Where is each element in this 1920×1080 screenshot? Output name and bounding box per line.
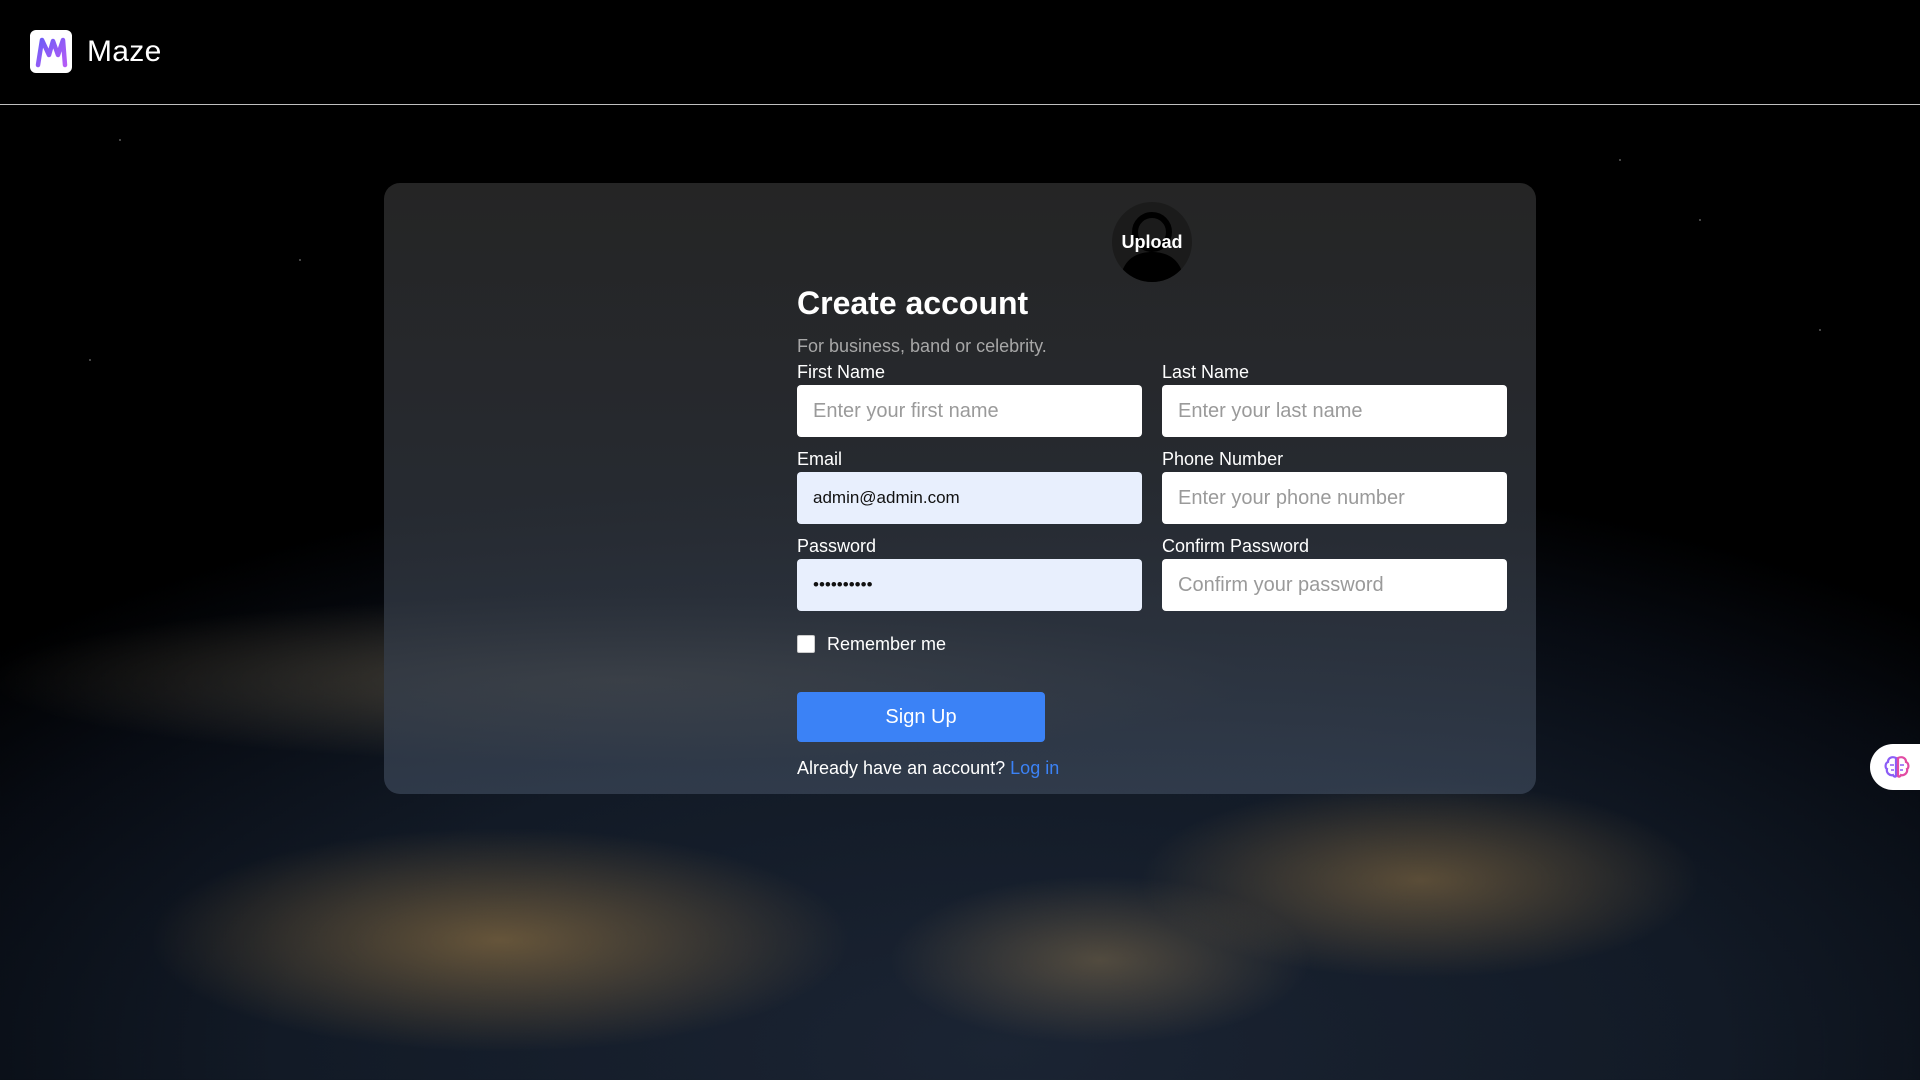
confirm-password-field: Confirm Password (1162, 535, 1507, 622)
email-input[interactable] (797, 472, 1142, 524)
upload-label: Upload (1121, 231, 1183, 252)
floating-assistant-button[interactable] (1870, 744, 1920, 790)
remember-me-checkbox[interactable] (797, 635, 815, 653)
email-label: Email (797, 449, 843, 469)
first-name-input[interactable] (797, 385, 1142, 437)
login-prompt: Already have an account? Log in (797, 758, 1507, 779)
signup-form: Create account For business, band or cel… (797, 283, 1507, 779)
phone-input[interactable] (1162, 472, 1507, 524)
confirm-password-input[interactable] (1162, 559, 1507, 611)
last-name-label: Last Name (1162, 362, 1250, 382)
signup-card: Upload Create account For business, band… (384, 183, 1536, 794)
confirm-password-label: Confirm Password (1162, 536, 1310, 556)
phone-label: Phone Number (1162, 449, 1284, 469)
form-grid: First Name Last Name Email Phone Number … (797, 361, 1507, 622)
brain-icon (1884, 756, 1910, 778)
remember-me-row: Remember me (797, 630, 1507, 658)
login-link[interactable]: Log in (1010, 758, 1059, 778)
top-header: Maze (0, 0, 1920, 105)
password-input[interactable] (797, 559, 1142, 611)
remember-me-label[interactable]: Remember me (827, 634, 946, 655)
phone-field: Phone Number (1162, 448, 1507, 535)
avatar-upload[interactable]: Upload (1112, 202, 1192, 282)
password-label: Password (797, 536, 877, 556)
last-name-input[interactable] (1162, 385, 1507, 437)
page-title: Create account (797, 285, 1029, 321)
first-name-field: First Name (797, 361, 1142, 448)
password-field: Password (797, 535, 1142, 622)
brand-name: Maze (87, 34, 162, 68)
login-prompt-text: Already have an account? (797, 758, 1006, 778)
last-name-field: Last Name (1162, 361, 1507, 448)
email-field: Email (797, 448, 1142, 535)
first-name-label: First Name (797, 362, 886, 382)
maze-logo-icon (30, 30, 72, 73)
brand-logo[interactable]: Maze (30, 30, 162, 73)
page-subtitle: For business, band or celebrity. (797, 336, 1047, 356)
sign-up-button[interactable]: Sign Up (797, 692, 1045, 742)
